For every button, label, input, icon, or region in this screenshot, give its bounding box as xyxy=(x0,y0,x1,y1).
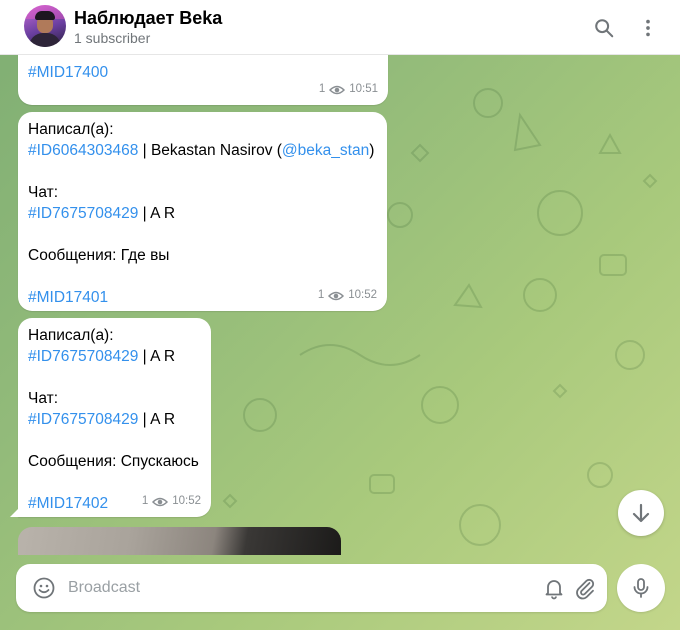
message-list[interactable]: #MID17400 1 10:51 Написал(а): #ID60643034… xyxy=(0,55,680,555)
message-line: #ID7675708429 | A R xyxy=(28,346,199,367)
message-meta: 1 10:51 xyxy=(319,79,378,100)
view-count: 1 xyxy=(141,495,149,507)
message-line: #ID6064303468 | Bekastan Nasirov (@beka_… xyxy=(28,140,375,161)
subscriber-count: 1 subscriber xyxy=(74,30,151,46)
message-line: Сообщения: Спускаюсь xyxy=(28,451,199,472)
microphone-icon xyxy=(633,578,649,598)
message-text: Чат: xyxy=(28,390,59,407)
eye-icon xyxy=(152,497,169,506)
attach-icon[interactable] xyxy=(573,576,597,600)
message-time: 10:52 xyxy=(172,495,201,507)
message-text: | A R xyxy=(138,411,176,428)
message-text: ) xyxy=(369,142,375,159)
bubble-tail xyxy=(10,507,20,517)
hashtag-link[interactable]: #ID6064303468 xyxy=(28,142,138,159)
hashtag-link[interactable]: #MID17402 xyxy=(28,495,108,512)
voice-record-button[interactable] xyxy=(617,564,665,612)
message-meta: 1 10:52 xyxy=(318,285,377,306)
more-menu-button[interactable] xyxy=(632,12,664,44)
eye-icon xyxy=(329,85,346,94)
message-line: Чат: xyxy=(28,182,375,203)
bell-icon[interactable] xyxy=(542,576,566,600)
channel-avatar[interactable] xyxy=(24,5,66,47)
message-line: Написал(а): xyxy=(28,325,199,346)
message-composer xyxy=(16,564,607,612)
arrow-down-icon xyxy=(632,503,650,523)
message-line: Написал(а): xyxy=(28,119,375,140)
message-time: 10:52 xyxy=(348,289,377,301)
hashtag-link[interactable]: #MID17400 xyxy=(28,64,108,81)
message-line: Сообщения: Где вы xyxy=(28,245,375,266)
hashtag-link[interactable]: #ID7675708429 xyxy=(28,205,138,222)
message-text: Написал(а): xyxy=(28,327,114,344)
scroll-to-bottom-button[interactable] xyxy=(618,490,664,536)
message-line: Чат: xyxy=(28,388,199,409)
hashtag-link[interactable]: #MID17401 xyxy=(28,289,108,306)
emoji-icon[interactable] xyxy=(32,576,56,600)
message-text: | Bekastan Nasirov ( xyxy=(138,142,282,159)
message-text: Чат: xyxy=(28,184,59,201)
message-text: | A R xyxy=(138,348,176,365)
broadcast-input[interactable] xyxy=(68,574,528,602)
message-meta: 1 10:52 xyxy=(142,491,201,512)
message-text: Сообщения: Спускаюсь xyxy=(28,453,199,470)
message-text: Написал(а): xyxy=(28,121,114,138)
message-line: #ID7675708429 | A R xyxy=(28,409,199,430)
search-icon xyxy=(595,19,614,38)
photo-message[interactable] xyxy=(18,527,341,555)
chat-header: Наблюдает Beka 1 subscriber xyxy=(0,0,680,55)
message-bubble[interactable]: Написал(а): #ID6064303468 | Bekastan Nasi… xyxy=(18,112,387,311)
hashtag-link[interactable]: @beka_stan xyxy=(282,142,369,159)
hashtag-link[interactable]: #ID7675708429 xyxy=(28,411,138,428)
hashtag-link[interactable]: #ID7675708429 xyxy=(28,348,138,365)
message-bubble[interactable]: #MID17400 1 10:51 xyxy=(18,55,388,105)
view-count: 1 xyxy=(318,83,326,95)
message-bubble[interactable]: Написал(а): #ID7675708429 | A R Чат: #ID767… xyxy=(10,318,211,517)
eye-icon xyxy=(328,291,345,300)
view-count: 1 xyxy=(317,289,325,301)
message-text: Сообщения: Где вы xyxy=(28,247,170,264)
channel-title[interactable]: Наблюдает Beka xyxy=(74,8,222,29)
search-button[interactable] xyxy=(588,12,620,44)
message-text: | A R xyxy=(138,205,176,222)
message-time: 10:51 xyxy=(349,83,378,95)
message-line: #ID7675708429 | A R xyxy=(28,203,375,224)
more-vertical-icon xyxy=(646,19,650,37)
